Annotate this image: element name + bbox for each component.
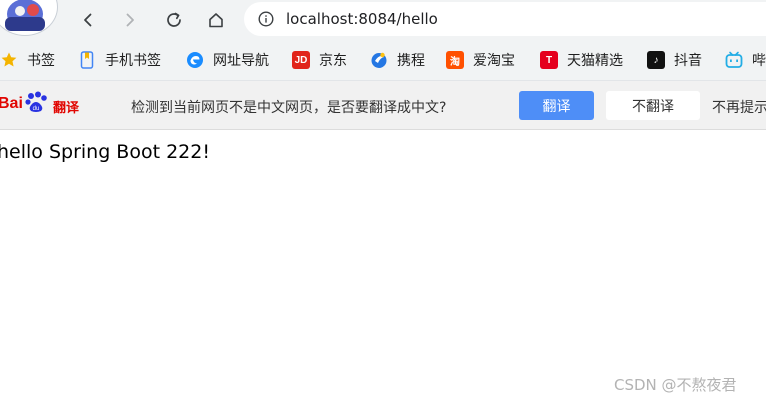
jd-logo-icon: JD bbox=[292, 51, 310, 69]
bookmark-item-tmall[interactable]: T 天猫精选 bbox=[540, 50, 623, 70]
bookmark-label: 爱淘宝 bbox=[473, 53, 515, 69]
phone-bookmark-icon bbox=[80, 51, 94, 69]
bookmark-item-mobile[interactable]: 手机书签 bbox=[78, 50, 161, 70]
address-text[interactable]: localhost:8084/hello bbox=[286, 10, 438, 28]
bookmark-item-ctrip[interactable]: 携程 bbox=[370, 50, 425, 70]
bookmark-item-jd[interactable]: JD 京东 bbox=[292, 50, 347, 70]
bookmark-label: 书签 bbox=[27, 53, 55, 69]
bookmarks-bar: 书签 手机书签 网址导航 JD 京东 携程 淘 爱淘宝 T 天猫精选 ♪ 抖音 … bbox=[0, 40, 766, 81]
back-button[interactable] bbox=[72, 4, 104, 36]
avatar-shape bbox=[5, 17, 45, 31]
baidu-paw-icon: du bbox=[25, 91, 47, 112]
address-bar[interactable]: localhost:8084/hello bbox=[244, 2, 766, 36]
bookmark-label: 天猫精选 bbox=[567, 53, 623, 69]
home-button[interactable] bbox=[200, 4, 232, 36]
reload-button[interactable] bbox=[158, 4, 190, 36]
logo-text: Bai bbox=[0, 95, 23, 112]
bookmark-item-bilibili[interactable]: 哔 bbox=[725, 50, 766, 70]
bookmark-item-taobao[interactable]: 淘 爱淘宝 bbox=[446, 50, 515, 70]
bookmark-item-navigation[interactable]: 网址导航 bbox=[186, 50, 269, 70]
never-show-link[interactable]: 不再提示 bbox=[712, 97, 766, 117]
page-body-text: hello Spring Boot 222! bbox=[0, 141, 210, 163]
translate-prompt: 检测到当前网页不是中文网页，是否要翻译成中文? bbox=[131, 100, 447, 116]
forward-arrow-icon bbox=[126, 13, 134, 27]
star-icon bbox=[1, 52, 17, 67]
taobao-logo-icon: 淘 bbox=[446, 51, 464, 69]
avatar-shape bbox=[27, 4, 39, 16]
bookmark-label: 抖音 bbox=[674, 53, 702, 69]
back-arrow-icon bbox=[84, 13, 92, 27]
bookmark-item-bookmarks[interactable]: 书签 bbox=[0, 50, 55, 70]
logo-suffix: 翻译 bbox=[53, 101, 80, 116]
bilibili-logo-icon bbox=[725, 51, 743, 68]
home-icon bbox=[209, 13, 223, 28]
svg-text:du: du bbox=[33, 106, 40, 112]
reload-icon bbox=[167, 12, 181, 27]
browser-toolbar: localhost:8084/hello bbox=[0, 0, 766, 40]
profile-avatar[interactable] bbox=[0, 0, 58, 36]
bookmark-label: 携程 bbox=[397, 53, 425, 69]
baidu-translate-logo: Bai du 翻译 bbox=[0, 91, 88, 117]
info-icon[interactable] bbox=[258, 11, 274, 27]
bookmark-label: 网址导航 bbox=[213, 53, 269, 69]
forward-button[interactable] bbox=[114, 4, 146, 36]
bookmark-label: 京东 bbox=[319, 53, 347, 69]
douyin-logo-icon: ♪ bbox=[647, 51, 665, 69]
translate-button[interactable]: 翻译 bbox=[519, 91, 594, 120]
bookmark-label: 哔 bbox=[752, 53, 766, 69]
translate-bar: Bai du 翻译 检测到当前网页不是中文网页，是否要翻译成中文? 翻译 不翻译… bbox=[0, 81, 766, 130]
avatar-shape bbox=[15, 6, 25, 16]
tmall-logo-icon: T bbox=[540, 51, 558, 69]
bookmark-item-douyin[interactable]: ♪ 抖音 bbox=[647, 50, 702, 70]
ctrip-logo-icon bbox=[371, 52, 387, 68]
csdn-watermark: CSDN @不熬夜君 bbox=[614, 376, 737, 394]
dont-translate-button[interactable]: 不翻译 bbox=[606, 91, 700, 120]
bookmark-label: 手机书签 bbox=[105, 53, 161, 69]
edge-navigation-icon bbox=[187, 52, 203, 68]
